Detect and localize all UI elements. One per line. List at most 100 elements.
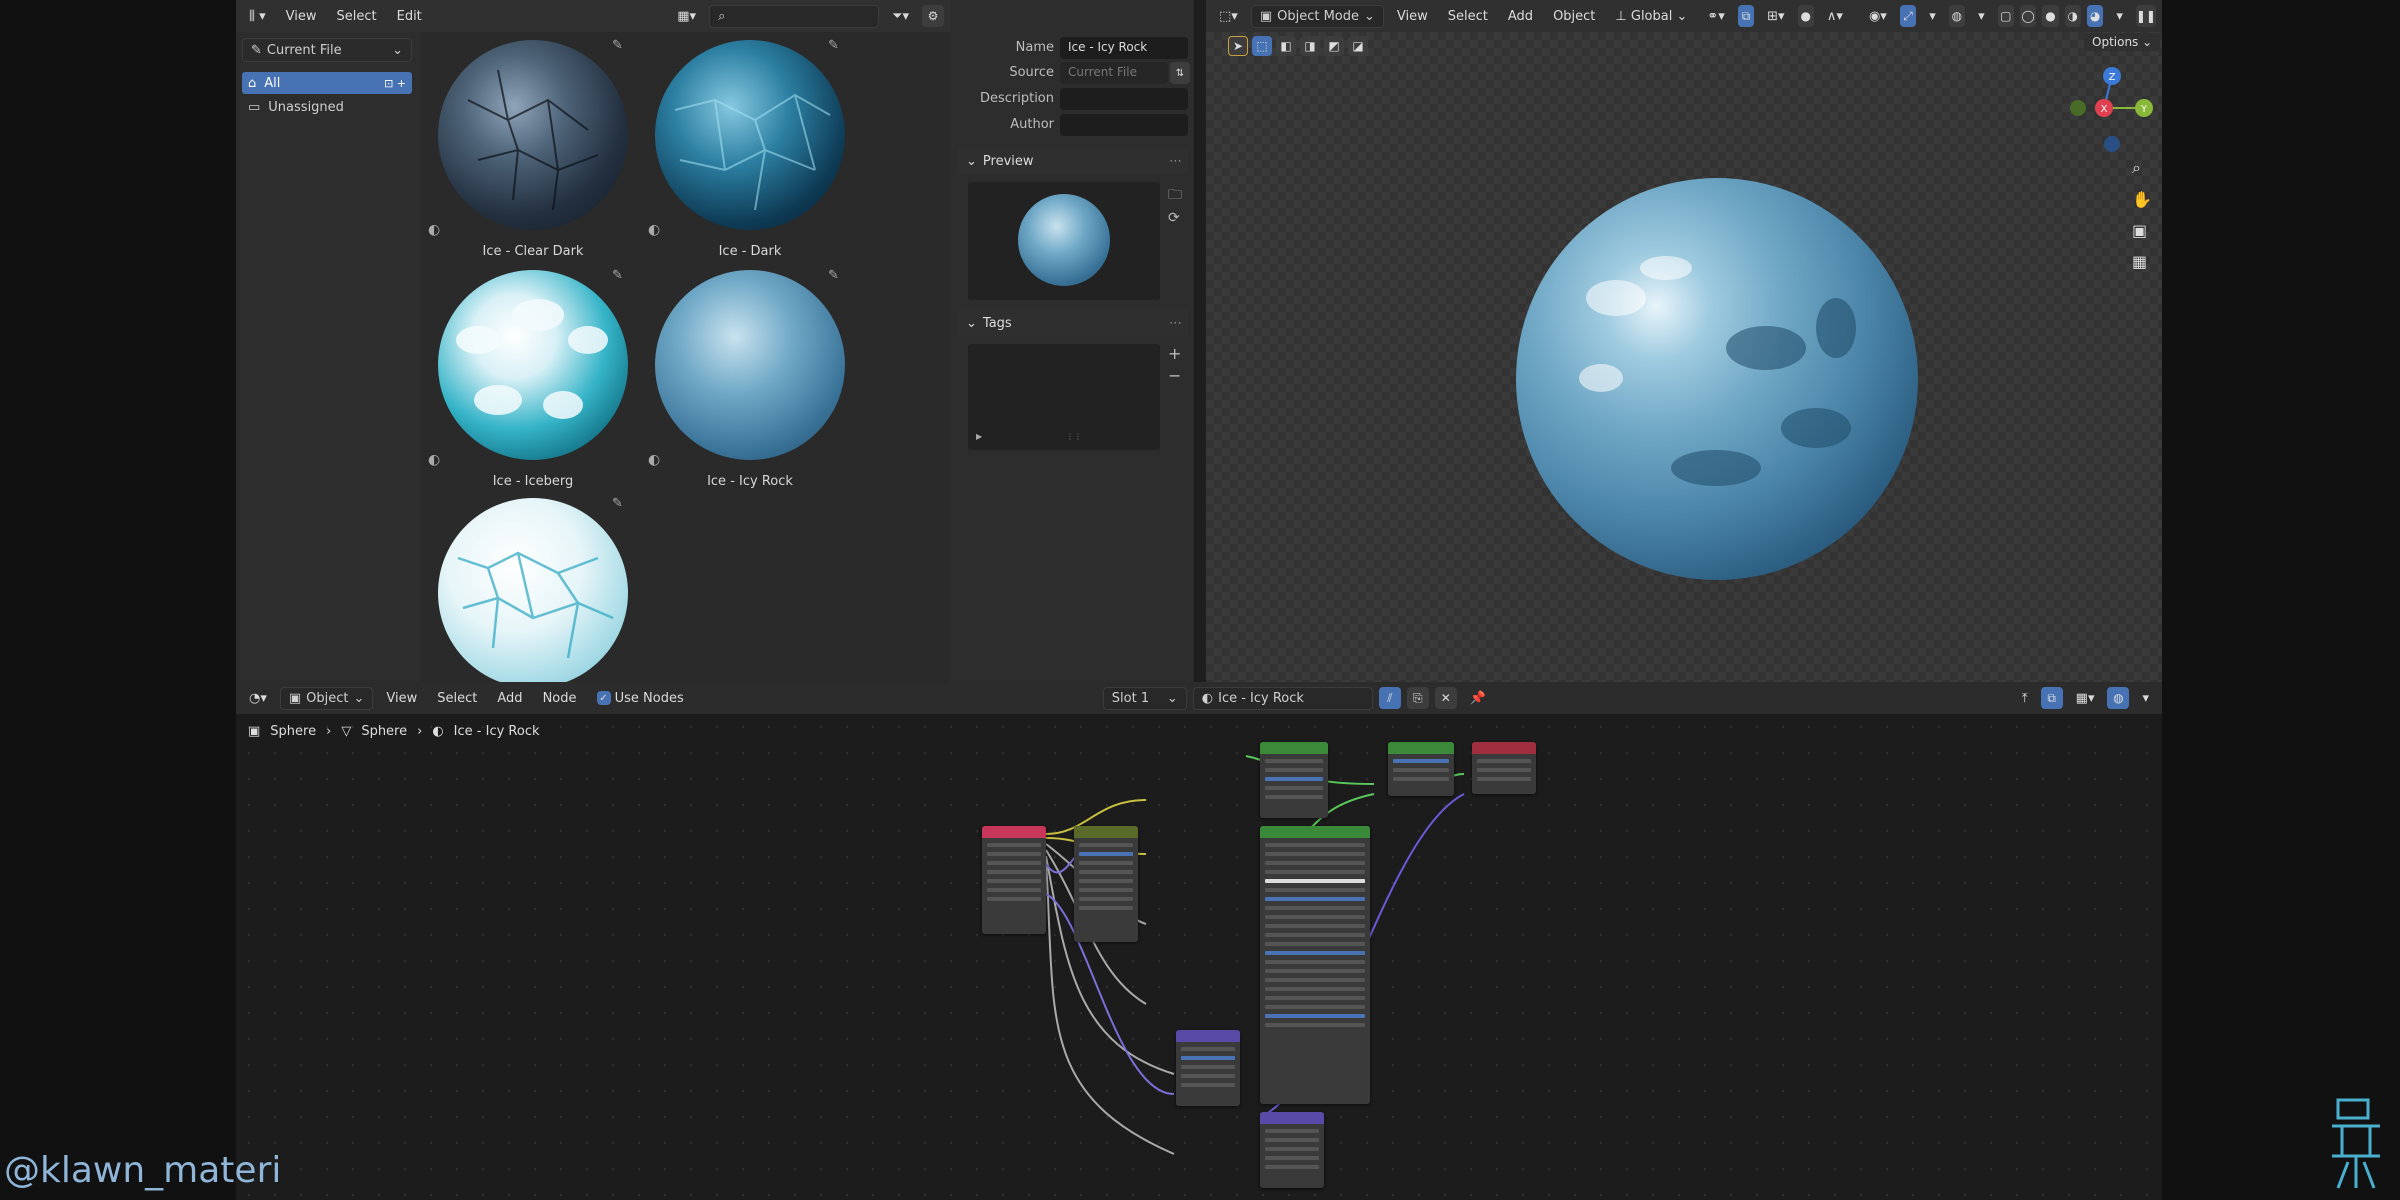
- overlay-icon[interactable]: ◍: [2107, 687, 2130, 709]
- menu-select[interactable]: Select: [330, 7, 384, 26]
- rendered-shading-icon[interactable]: ◕: [2086, 5, 2104, 27]
- parent-node-icon[interactable]: ⤒: [2015, 689, 2035, 708]
- edit-icon[interactable]: ✎: [612, 268, 623, 283]
- snap-target-icon[interactable]: ⊞▾: [1760, 7, 1791, 26]
- folder-icon[interactable]: 🗀: [1168, 184, 1182, 208]
- material-selector[interactable]: ◐ Ice - Icy Rock: [1192, 686, 1373, 710]
- drag-handle-icon[interactable]: ⋯: [1169, 316, 1182, 331]
- unlink-icon[interactable]: ✕: [1434, 687, 1457, 709]
- name-field[interactable]: Ice - Icy Rock: [1060, 37, 1188, 59]
- menu-view[interactable]: View: [1390, 7, 1435, 26]
- menu-edit[interactable]: Edit: [390, 7, 429, 26]
- gear-icon[interactable]: ⚙: [922, 5, 944, 27]
- node-bump[interactable]: [1176, 1030, 1240, 1106]
- menu-view[interactable]: View: [379, 689, 424, 708]
- menu-object[interactable]: Object: [1546, 7, 1602, 26]
- node-displacement[interactable]: [1260, 1112, 1324, 1188]
- node-texture-coordinate[interactable]: [982, 826, 1046, 934]
- description-field[interactable]: [1060, 88, 1188, 110]
- asset-thumbnail-ice-snow[interactable]: [438, 498, 628, 688]
- select-extend-icon[interactable]: ◧: [1276, 36, 1296, 56]
- editor-type-icon[interactable]: ⬚▾: [1212, 7, 1245, 26]
- menu-select[interactable]: Select: [430, 689, 484, 708]
- use-nodes-toggle[interactable]: ✓ Use Nodes: [590, 689, 691, 708]
- material-shading-icon[interactable]: ◑: [2064, 5, 2081, 27]
- solid-shading-icon[interactable]: ●: [2042, 5, 2059, 27]
- viewport-sphere[interactable]: [1516, 178, 1918, 580]
- shading-dropdown-icon[interactable]: ▾: [2109, 7, 2130, 26]
- asset-thumbnail-ice-icy-rock[interactable]: [655, 270, 845, 460]
- edit-icon[interactable]: ✎: [612, 496, 623, 511]
- author-field[interactable]: [1060, 114, 1188, 136]
- falloff-icon[interactable]: ∧▾: [1820, 7, 1850, 26]
- asset-thumbnail-ice-clear-dark[interactable]: [438, 40, 628, 230]
- select-box-icon[interactable]: ⬚: [1252, 36, 1272, 56]
- asset-thumbnail-ice-iceberg[interactable]: [438, 270, 628, 460]
- shader-type-selector[interactable]: ▣ Object ⌄: [279, 686, 374, 710]
- overlay-dropdown-icon[interactable]: ▾: [2135, 689, 2156, 708]
- node-material-output[interactable]: [1472, 742, 1536, 794]
- gizmo-icon[interactable]: ⤢: [1899, 5, 1917, 27]
- editor-type-icon[interactable]: ◔▾: [242, 689, 274, 708]
- menu-select[interactable]: Select: [1441, 7, 1495, 26]
- zoom-icon[interactable]: ⌕: [2132, 158, 2152, 178]
- orientation-selector[interactable]: ⊥ Global ⌄: [1608, 7, 1694, 26]
- menu-view[interactable]: View: [279, 7, 324, 26]
- navigation-gizmo[interactable]: X Y Z: [2060, 62, 2160, 158]
- snap-dropdown-icon[interactable]: ▦▾: [2069, 689, 2102, 708]
- fake-user-icon[interactable]: ⫽: [1378, 687, 1401, 709]
- add-tag-icon[interactable]: +: [1168, 344, 1181, 363]
- menu-node[interactable]: Node: [536, 689, 584, 708]
- node-mix-shader[interactable]: [1388, 742, 1454, 796]
- node-principled-bsdf[interactable]: [1260, 826, 1370, 1104]
- search-input[interactable]: ⌕: [709, 4, 880, 28]
- edit-icon[interactable]: ✎: [612, 38, 623, 53]
- select-intersect-icon[interactable]: ◪: [1348, 36, 1368, 56]
- catalog-item-all[interactable]: ⌂ All ⊡ +: [242, 72, 412, 94]
- cursor-tool-icon[interactable]: ➤: [1228, 36, 1248, 56]
- grid-icon[interactable]: ▦: [2132, 252, 2152, 271]
- snap-icon[interactable]: ⧉: [2040, 687, 2063, 709]
- edit-icon[interactable]: ✎: [828, 268, 839, 283]
- display-mode-icon[interactable]: ▦▾: [670, 7, 703, 26]
- tags-list[interactable]: ▶ ⋮⋮: [968, 344, 1160, 450]
- asset-thumbnail-ice-dark[interactable]: [655, 40, 845, 230]
- catalog-item-unassigned[interactable]: ▭ Unassigned: [242, 96, 412, 118]
- remove-tag-icon[interactable]: −: [1168, 366, 1181, 385]
- snap-icon[interactable]: ⧉: [1737, 5, 1755, 27]
- wireframe-shading-icon[interactable]: ◯: [2019, 5, 2037, 27]
- hand-pan-icon[interactable]: ✋: [2132, 190, 2152, 209]
- select-subtract-icon[interactable]: ◨: [1300, 36, 1320, 56]
- area-divider[interactable]: [1194, 0, 1206, 682]
- menu-add[interactable]: Add: [1501, 7, 1540, 26]
- xray-icon[interactable]: ▢: [1997, 5, 2014, 27]
- resize-handle-icon[interactable]: ⋮⋮: [1066, 432, 1082, 441]
- edit-icon[interactable]: ✎: [828, 38, 839, 53]
- overlay-icon[interactable]: ◍: [1948, 5, 1966, 27]
- node-image-texture-1[interactable]: [1260, 742, 1328, 818]
- menu-add[interactable]: Add: [490, 689, 529, 708]
- editor-type-icon[interactable]: ⫼ ▾: [242, 7, 273, 26]
- node-mapping[interactable]: [1074, 826, 1138, 942]
- add-catalog-icon[interactable]: ⊡ +: [384, 77, 406, 90]
- slot-selector[interactable]: Slot 1 ⌄: [1102, 686, 1187, 710]
- gizmo-dropdown-icon[interactable]: ▾: [1922, 7, 1943, 26]
- mode-selector[interactable]: ▣ Object Mode ⌄: [1250, 4, 1384, 28]
- select-invert-icon[interactable]: ◩: [1324, 36, 1344, 56]
- proportional-edit-icon[interactable]: ●: [1797, 5, 1814, 27]
- pause-icon[interactable]: ❚❚: [2135, 5, 2156, 27]
- pivot-icon[interactable]: ⚭▾: [1700, 7, 1731, 26]
- duplicate-icon[interactable]: ⎘: [1406, 687, 1429, 709]
- visibility-icon[interactable]: ◉▾: [1862, 7, 1894, 26]
- drag-handle-icon[interactable]: ⋯: [1169, 154, 1182, 169]
- pin-icon[interactable]: 📌: [1463, 689, 1493, 708]
- filter-icon[interactable]: ⏷▾: [885, 7, 916, 26]
- refresh-icon[interactable]: ⟳: [1168, 210, 1180, 226]
- preview-panel-header[interactable]: ⌄ Preview ⋯: [958, 148, 1188, 174]
- options-button[interactable]: Options ⌄: [2084, 33, 2161, 51]
- tags-panel-header[interactable]: ⌄ Tags ⋯: [958, 310, 1188, 336]
- folder-icon[interactable]: ⇅: [1170, 62, 1190, 84]
- library-selector[interactable]: ✎ Current File ⌄: [242, 38, 412, 62]
- camera-icon[interactable]: ▣: [2132, 221, 2152, 240]
- overlay-dropdown-icon[interactable]: ▾: [1971, 7, 1992, 26]
